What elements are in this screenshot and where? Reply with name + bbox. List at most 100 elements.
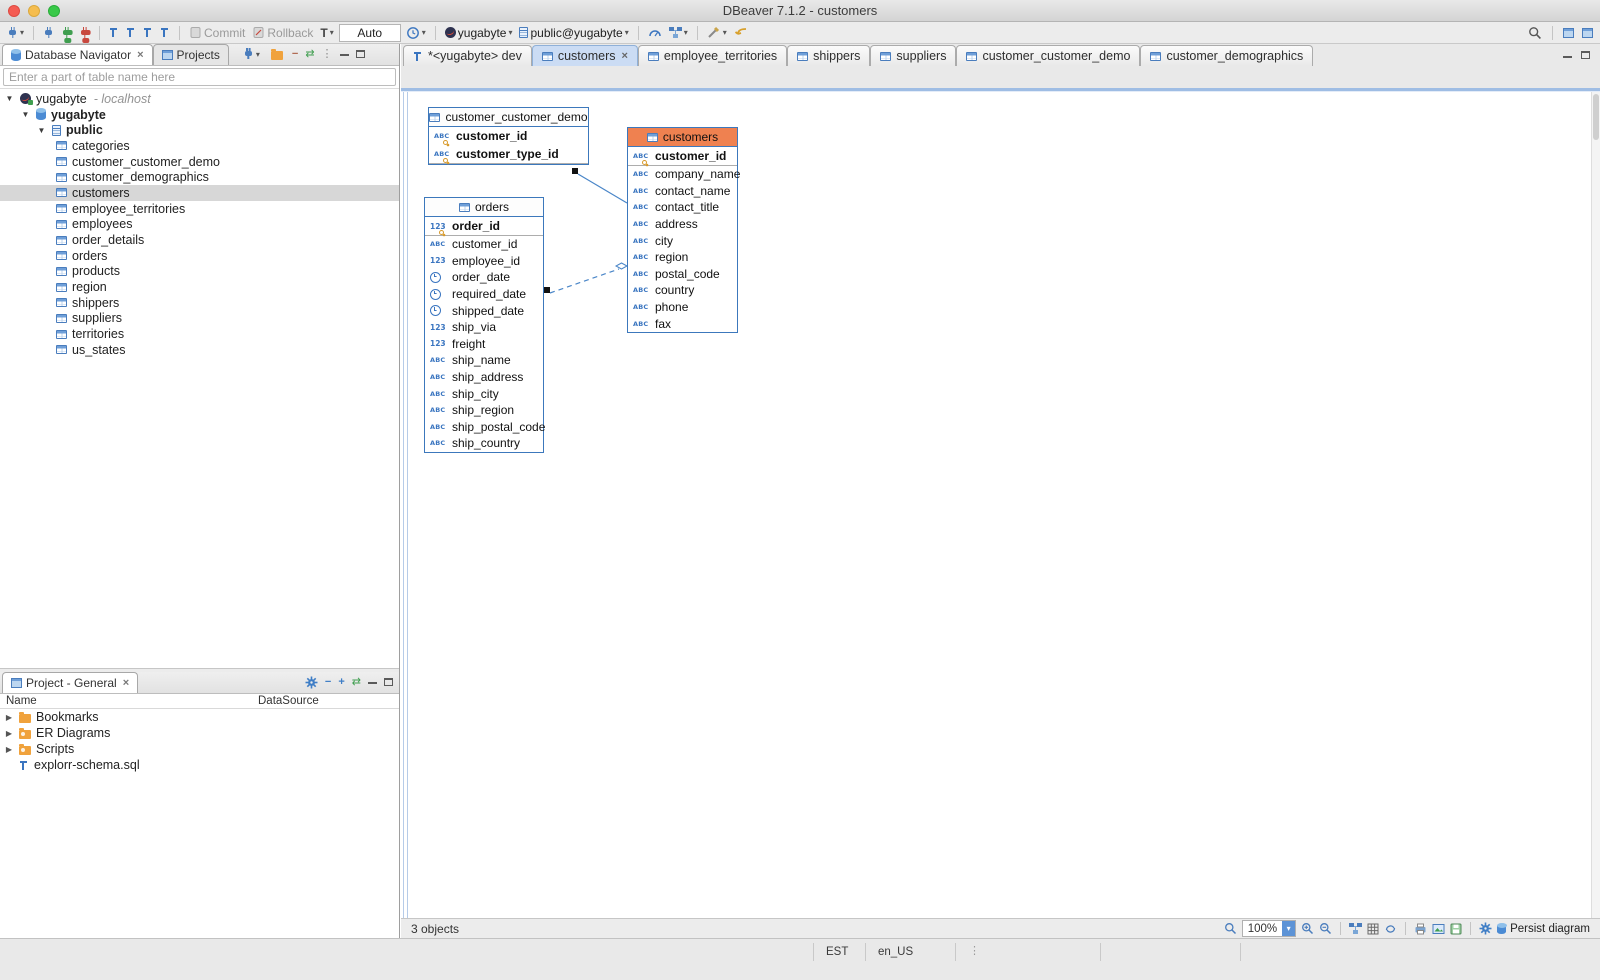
save-icon[interactable]	[1450, 923, 1462, 935]
tab-database-navigator[interactable]: Database Navigator ×	[2, 44, 153, 65]
recent-sql-editor-button[interactable]	[124, 24, 138, 42]
entity[interactable]: customer_customer_demo customer_id custo…	[428, 107, 589, 165]
editor-tab[interactable]: customer_customer_demo ×	[956, 45, 1140, 66]
connect-to-database-button[interactable]: ▾	[241, 45, 262, 63]
entity-column[interactable]: order_date	[425, 269, 543, 286]
entity-column[interactable]: required_date	[425, 286, 543, 303]
entity-column[interactable]: shipped_date	[425, 302, 543, 319]
vertical-scrollbar[interactable]	[1591, 92, 1600, 918]
collapse-all-icon[interactable]: −	[292, 49, 298, 60]
chevron-down-icon[interactable]: ▾	[1282, 921, 1295, 936]
dashboard-button[interactable]	[646, 24, 664, 42]
entity-column[interactable]: freight	[425, 336, 543, 353]
editor-tab[interactable]: *<yugabyte> dev ×	[403, 45, 532, 66]
persist-diagram-button[interactable]: Persist diagram	[1497, 923, 1590, 935]
grid-icon[interactable]	[1367, 923, 1379, 935]
table-filter-input[interactable]	[3, 68, 396, 86]
tree-item-connection[interactable]: ▼ yugabyte- localhost	[0, 91, 399, 107]
zoom-in-icon[interactable]	[1301, 922, 1314, 935]
view-menu-icon[interactable]: ⋮	[322, 49, 333, 60]
new-sql-editor-button[interactable]	[141, 24, 155, 42]
entity-header[interactable]: orders	[425, 198, 543, 217]
sql-search-button[interactable]	[158, 24, 172, 42]
entity-column[interactable]: country	[628, 282, 737, 299]
er-diagram-canvas[interactable]: customer_customer_demo customer_id custo…	[401, 92, 1600, 918]
expand-arrow-icon[interactable]: ▶	[4, 713, 14, 722]
chevron-down-icon[interactable]: ▾	[20, 28, 24, 37]
entity-header[interactable]: customers	[628, 128, 737, 147]
entity-column-pk[interactable]: customer_type_id	[429, 145, 588, 163]
tab-project-general[interactable]: Project - General ×	[2, 672, 138, 693]
status-drag-handle[interactable]: ⋮	[969, 944, 979, 957]
autocommit-combo[interactable]: Auto	[339, 24, 401, 42]
gear-icon[interactable]	[305, 676, 318, 689]
entity-column[interactable]: city	[628, 232, 737, 249]
rollback-button[interactable]: Rollback	[250, 24, 315, 42]
expand-icon[interactable]: +	[338, 677, 344, 688]
project-tree-item[interactable]: ▶ ER Diagrams	[0, 725, 399, 741]
link-with-editor-icon[interactable]: ⇄	[352, 677, 361, 688]
entity[interactable]: customers customer_id	[627, 127, 738, 333]
editor-tab[interactable]: suppliers ×	[870, 45, 956, 66]
entity[interactable]: orders order_id	[424, 197, 544, 453]
transaction-mode-button[interactable]: T▾	[318, 24, 335, 42]
entity-column[interactable]: phone	[628, 299, 737, 316]
disconnect-button[interactable]	[77, 24, 92, 42]
entity-column[interactable]: employee_id	[425, 253, 543, 270]
transaction-log-button[interactable]: ▾	[404, 24, 428, 42]
minimize-view-icon[interactable]	[340, 49, 349, 56]
expand-arrow-icon[interactable]: ▶	[4, 729, 14, 738]
editor-tab[interactable]: shippers ×	[787, 45, 870, 66]
tree-item-table[interactable]: orders	[0, 248, 399, 264]
diagram-layout-icon[interactable]	[1349, 923, 1362, 934]
column-header-name[interactable]: Name	[6, 695, 37, 707]
minimize-window-button[interactable]	[28, 5, 40, 17]
tree-item-table[interactable]: suppliers	[0, 311, 399, 327]
zoom-search-icon[interactable]	[1224, 922, 1237, 935]
sql-editor-button[interactable]	[107, 24, 121, 42]
history-back-button[interactable]	[732, 24, 751, 42]
global-search-button[interactable]	[1526, 24, 1544, 42]
tree-item-table[interactable]: shippers	[0, 295, 399, 311]
entity-column-pk[interactable]: customer_id	[628, 147, 737, 165]
minimize-view-icon[interactable]	[368, 677, 377, 684]
new-connection-button[interactable]: ▾	[5, 24, 26, 42]
zoom-level-combo[interactable]: 100% ▾	[1242, 920, 1296, 937]
connection-combo[interactable]: yugabyte ▾	[443, 24, 515, 42]
entity-column[interactable]: ship_city	[425, 385, 543, 402]
entity-column[interactable]: contact_title	[628, 199, 737, 216]
tree-item-schema[interactable]: ▼ public	[0, 122, 399, 138]
reconnect-button[interactable]	[59, 24, 74, 42]
relation-orders-customers[interactable]	[544, 263, 627, 293]
entity-header[interactable]: customer_customer_demo	[429, 108, 588, 127]
project-tree-item[interactable]: ▶ Bookmarks	[0, 709, 399, 725]
search-metadata-button[interactable]: ▾	[705, 24, 729, 42]
tab-projects[interactable]: Projects	[153, 44, 229, 65]
entity-column[interactable]: ship_name	[425, 352, 543, 369]
expand-arrow-icon[interactable]: ▼	[20, 110, 31, 119]
entity-column[interactable]: contact_name	[628, 183, 737, 200]
diagram-settings-gear-icon[interactable]	[1479, 922, 1492, 935]
task-view-button[interactable]: ▾	[667, 24, 690, 42]
maximize-view-icon[interactable]	[384, 678, 393, 686]
project-tree-item[interactable]: ▶ Scripts	[0, 741, 399, 757]
entity-column[interactable]: ship_postal_code	[425, 419, 543, 436]
editor-tab[interactable]: customer_demographics ×	[1140, 45, 1313, 66]
entity-column[interactable]: ship_address	[425, 369, 543, 386]
tree-item-table[interactable]: employee_territories	[0, 201, 399, 217]
new-folder-button[interactable]	[269, 45, 285, 63]
entity-column[interactable]: ship_via	[425, 319, 543, 336]
editor-tab[interactable]: employee_territories ×	[638, 45, 787, 66]
commit-button[interactable]: Commit	[187, 24, 247, 42]
entity-column[interactable]: customer_id	[425, 236, 543, 253]
tree-item-database[interactable]: ▼ yugabyte	[0, 107, 399, 123]
open-perspective-button[interactable]	[1561, 24, 1576, 42]
entity-column[interactable]: company_name	[628, 166, 737, 183]
refresh-icon[interactable]	[1384, 923, 1397, 935]
entity-column[interactable]: address	[628, 216, 737, 233]
tree-item-table[interactable]: us_states	[0, 342, 399, 358]
tree-item-table[interactable]: customer_demographics	[0, 169, 399, 185]
show-view-button[interactable]	[1580, 24, 1595, 42]
tree-item-table[interactable]: customer_customer_demo	[0, 154, 399, 170]
close-icon[interactable]: ×	[123, 677, 129, 689]
